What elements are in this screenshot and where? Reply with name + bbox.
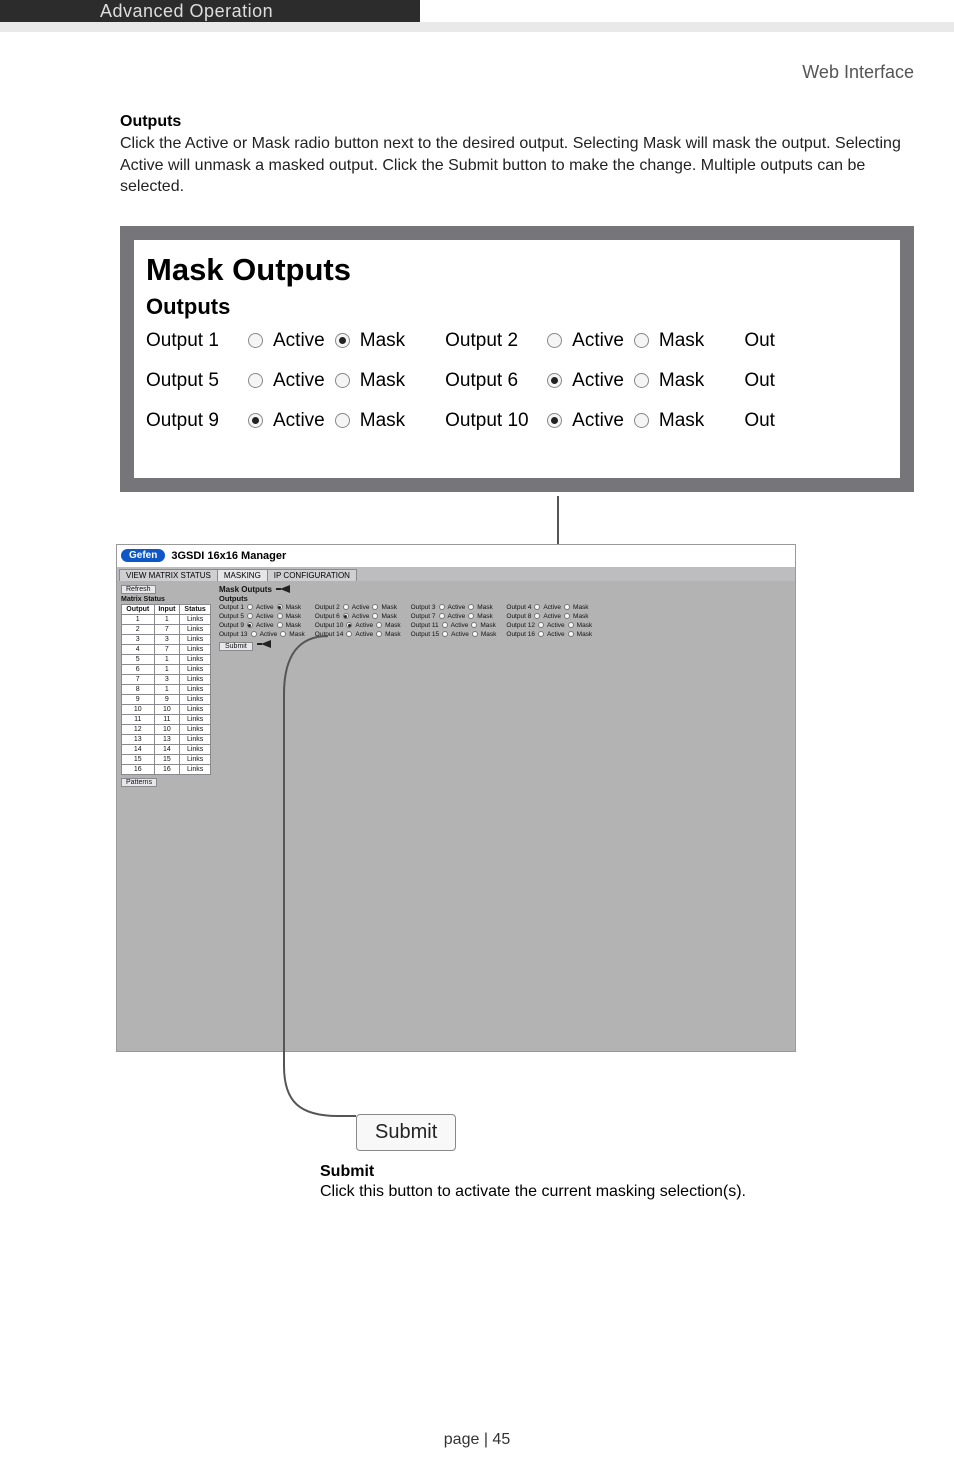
mini-output-cell: Output 15ActiveMask <box>411 631 497 638</box>
output-radio[interactable] <box>634 413 649 428</box>
mini-output-cell: Output 14ActiveMask <box>315 631 401 638</box>
matrix-status-label: Matrix Status <box>121 596 211 603</box>
mini-output-cell: Output 2ActiveMask <box>315 604 401 611</box>
mini-mask-outputs-title: Mask Outputs <box>219 585 272 594</box>
outputs-heading: Outputs <box>120 113 914 131</box>
output-label: Output 9 <box>146 410 238 432</box>
output-radio[interactable] <box>547 413 562 428</box>
submit-button[interactable]: Submit <box>356 1114 456 1151</box>
mini-output-cell: Output 9ActiveMask <box>219 622 305 629</box>
submit-heading: Submit <box>320 1163 914 1181</box>
mini-output-cell: Output 11ActiveMask <box>411 622 497 629</box>
output-cell: Output 5ActiveMask <box>146 370 405 392</box>
mini-output-cell: Output 12ActiveMask <box>506 622 592 629</box>
mini-output-cell: Output 16ActiveMask <box>506 631 592 638</box>
arrow-label-icon <box>276 585 290 593</box>
tab-ip-configuration[interactable]: IP CONFIGURATION <box>267 569 357 581</box>
refresh-button[interactable]: Refresh <box>121 585 156 594</box>
output-radio[interactable] <box>634 373 649 388</box>
output-radio[interactable] <box>547 373 562 388</box>
submit-callout: Submit Submit Click this button to activ… <box>320 1114 914 1203</box>
app-logo: Gefen <box>121 549 165 562</box>
tab-masking[interactable]: MASKING <box>217 569 268 581</box>
mini-output-cell: Output 3ActiveMask <box>411 604 497 611</box>
output-cell: Output 2ActiveMask <box>445 330 704 352</box>
output-label: Output 10 <box>445 410 537 432</box>
output-cell-clipped: Out <box>744 410 784 432</box>
mask-outputs-preview: Mask Outputs Outputs Output 1ActiveMaskO… <box>120 226 914 492</box>
output-cell: Output 1ActiveMask <box>146 330 405 352</box>
tab-view-matrix-status[interactable]: VIEW MATRIX STATUS <box>119 569 218 581</box>
output-cell: Output 10ActiveMask <box>445 410 704 432</box>
mask-outputs-subtitle: Outputs <box>146 294 890 320</box>
mini-output-cell: Output 8ActiveMask <box>506 613 592 620</box>
mini-outputs-grid: Output 1ActiveMask Output 2ActiveMask Outp… <box>219 604 592 638</box>
patterns-button[interactable]: Patterns <box>121 778 157 787</box>
output-radio[interactable] <box>634 333 649 348</box>
arrow-label-icon <box>257 640 271 648</box>
mini-output-cell: Output 13ActiveMask <box>219 631 305 638</box>
page-footer: page | 45 <box>0 1431 954 1449</box>
output-cell: Output 6ActiveMask <box>445 370 704 392</box>
output-label: Output 5 <box>146 370 238 392</box>
section-title: Web Interface <box>0 34 954 83</box>
output-radio[interactable] <box>335 373 350 388</box>
mini-output-cell: Output 6ActiveMask <box>315 613 401 620</box>
output-label: Output 2 <box>445 330 537 352</box>
mini-output-cell: Output 4ActiveMask <box>506 604 592 611</box>
mask-outputs-title: Mask Outputs <box>146 252 890 288</box>
output-radio[interactable] <box>335 413 350 428</box>
output-cell: Output 9ActiveMask <box>146 410 405 432</box>
output-radio[interactable] <box>248 413 263 428</box>
chapter-title: Advanced Operation <box>0 0 420 22</box>
manager-screenshot: Gefen 3GSDI 16x16 Manager VIEW MATRIX ST… <box>116 544 796 1052</box>
output-radio[interactable] <box>335 333 350 348</box>
mini-submit-button[interactable]: Submit <box>219 642 253 651</box>
app-title: 3GSDI 16x16 Manager <box>171 550 286 562</box>
output-label: Output 1 <box>146 330 238 352</box>
header-divider <box>0 22 954 32</box>
output-cell-clipped: Out <box>744 370 784 392</box>
matrix-status-table: OutputInputStatus11Links27Links33Links47… <box>121 604 211 775</box>
mini-output-cell: Output 10ActiveMask <box>315 622 401 629</box>
mini-output-cell: Output 1ActiveMask <box>219 604 305 611</box>
output-radio[interactable] <box>248 373 263 388</box>
output-radio[interactable] <box>248 333 263 348</box>
mini-outputs-subtitle: Outputs <box>219 594 592 603</box>
submit-description: Click this button to activate the curren… <box>320 1181 914 1203</box>
mini-output-cell: Output 7ActiveMask <box>411 613 497 620</box>
outputs-description: Click the Active or Mask radio button ne… <box>120 133 914 198</box>
output-label: Output 6 <box>445 370 537 392</box>
output-radio[interactable] <box>547 333 562 348</box>
mini-output-cell: Output 5ActiveMask <box>219 613 305 620</box>
mask-outputs-rows: Output 1ActiveMask Output 2ActiveMask Out O… <box>146 330 890 432</box>
output-cell-clipped: Out <box>744 330 784 352</box>
